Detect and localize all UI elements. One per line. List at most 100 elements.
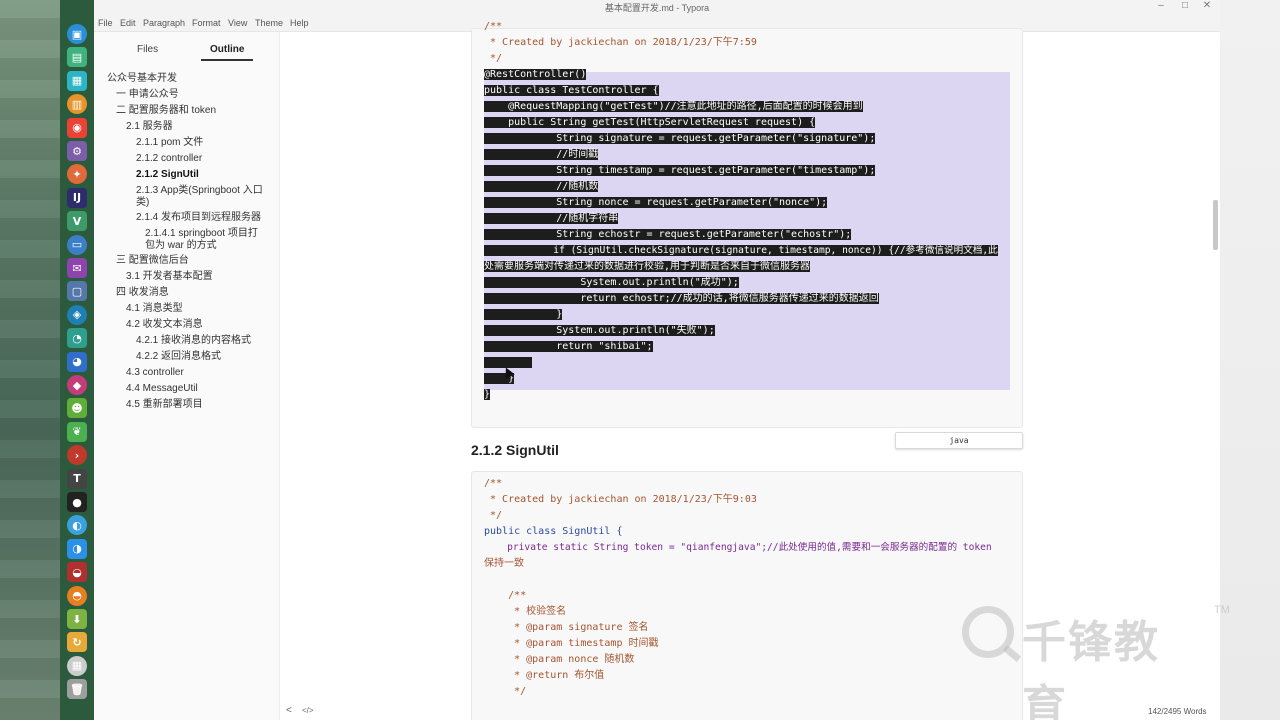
outline-item[interactable]: 4.4 MessageUtil xyxy=(126,383,256,395)
code-line: return echostr;//成功的话,将微信服务器传递过来的数据返回 xyxy=(484,293,879,304)
chrome-dev-icon[interactable]: ◕ xyxy=(67,351,87,372)
outline-item[interactable]: 4.5 重新部署项目 xyxy=(126,399,256,411)
sidebar-footer: < </> xyxy=(94,702,314,720)
code-line: * Created by jackiechan on 2018/1/23/下午9… xyxy=(484,494,757,505)
code-block-signutil[interactable]: /** * Created by jackiechan on 2018/1/23… xyxy=(471,471,1023,720)
code-line: String echostr = request.getParameter("e… xyxy=(484,229,852,240)
menu-theme[interactable]: Theme xyxy=(255,18,283,28)
settings-icon[interactable]: ⚙ xyxy=(67,141,87,161)
code-line: * @param signature 签名 xyxy=(484,622,649,633)
code-line: */ xyxy=(484,53,503,64)
browser-icon[interactable]: ◔ xyxy=(67,328,87,349)
calendar-icon[interactable]: ▦ xyxy=(67,655,87,676)
outline-item[interactable]: 一 申请公众号 xyxy=(116,89,246,101)
outline-item[interactable]: 四 收发消息 xyxy=(116,287,246,299)
code-line: */ xyxy=(484,510,503,521)
outline-item[interactable]: 3.1 开发者基本配置 xyxy=(126,271,256,283)
code-line: @RestController() xyxy=(484,69,587,80)
outline-item[interactable]: 4.2.2 返回消息格式 xyxy=(136,351,266,363)
intellij-icon[interactable]: IJ xyxy=(67,187,87,208)
outline-item[interactable]: 4.3 controller xyxy=(126,367,256,379)
close-button[interactable]: ✕ xyxy=(1198,0,1216,11)
application-dock: ▣ ▤ ▦ ▥ ◉ ⚙ ✦ IJ V ▭ ✉ ▢ ◈ ◔ ◕ ◆ ☻ ❦ › T ● ◐ ◑ ◒ ◓ ⬇ ↻ ▦ 🗑 xyxy=(60,0,94,720)
screen-icon[interactable]: ▢ xyxy=(67,281,87,302)
appstore-icon[interactable]: ◑ xyxy=(67,538,87,559)
chrome-icon[interactable]: ◉ xyxy=(67,117,87,138)
code-line: } xyxy=(484,309,563,320)
title-bar: 基本配置开发.md - Typora – □ ✕ xyxy=(94,0,1220,14)
code-line: private static String token = "qianfengj… xyxy=(484,542,992,553)
menu-edit[interactable]: Edit xyxy=(120,18,136,28)
menu-view[interactable]: View xyxy=(228,18,247,28)
code-line: String nonce = request.getParameter("non… xyxy=(484,197,828,208)
vue-icon[interactable]: V xyxy=(67,211,87,232)
idea-icon[interactable]: ◆ xyxy=(67,375,87,395)
code-line: @RequestMapping("getTest")//注意此地址的路径,后面配… xyxy=(484,101,863,112)
outline-item[interactable]: 2.1.4.1 springboot 项目打包为 war 的方式 xyxy=(145,228,267,252)
archive-icon[interactable]: ▥ xyxy=(67,94,87,115)
spring-icon[interactable]: ❦ xyxy=(67,421,87,442)
menu-file[interactable]: File xyxy=(98,18,113,28)
code-language-selector[interactable]: java xyxy=(895,432,1023,449)
code-line: String timestamp = request.getParameter(… xyxy=(484,165,876,176)
outline-item[interactable]: 2.1 服务器 xyxy=(126,121,256,133)
outline-item[interactable]: 2.1.2 controller xyxy=(136,153,266,165)
outline-item-active[interactable]: 2.1.2 SignUtil xyxy=(136,169,266,181)
terminal-icon[interactable]: › xyxy=(67,445,87,466)
android-icon[interactable]: ☻ xyxy=(67,398,87,419)
chrome-canary-icon[interactable]: ◒ xyxy=(67,562,87,583)
outline-item[interactable]: 公众号基本开发 xyxy=(107,73,237,85)
menu-help[interactable]: Help xyxy=(290,18,309,28)
code-line: * @param nonce 随机数 xyxy=(484,654,635,665)
sidebar: Files Outline 公众号基本开发 一 申请公众号 二 配置服务器和 t… xyxy=(94,32,314,720)
code-line: /** xyxy=(484,21,503,32)
code-line: public String getTest(HttpServletRequest… xyxy=(484,117,816,128)
code-block-testcontroller[interactable]: /** * Created by jackiechan on 2018/1/23… xyxy=(471,21,1023,428)
postman-icon[interactable]: ✦ xyxy=(67,164,87,185)
mail-icon[interactable]: ✉ xyxy=(67,258,87,278)
watermark-trademark: TM xyxy=(1214,604,1230,616)
webstorm-icon[interactable]: ◈ xyxy=(67,304,87,325)
outline-item[interactable]: 4.2 收发文本消息 xyxy=(126,319,256,331)
code-line: System.out.println("失败"); xyxy=(484,325,715,336)
window-title: 基本配置开发.md - Typora xyxy=(604,3,710,13)
monitor-icon[interactable]: ▤ xyxy=(67,47,87,68)
outline-item[interactable]: 三 配置微信后台 xyxy=(116,255,246,267)
outline-item[interactable]: 2.1.1 pom 文件 xyxy=(136,137,266,149)
record-icon[interactable]: ● xyxy=(67,492,87,512)
menu-paragraph[interactable]: Paragraph xyxy=(143,18,185,28)
sync-icon[interactable]: ↻ xyxy=(67,632,87,653)
typora-icon[interactable]: T xyxy=(67,468,87,489)
code-line: public class TestController { xyxy=(484,85,659,96)
download-icon[interactable]: ⬇ xyxy=(67,609,87,629)
watermark-text: 千锋教育 xyxy=(1022,617,1160,720)
outline-item[interactable]: 二 配置服务器和 token xyxy=(116,105,256,117)
code-line: String signature = request.getParameter(… xyxy=(484,133,876,144)
store-icon[interactable]: ▦ xyxy=(67,70,87,91)
code-line: * @param timestamp 时间戳 xyxy=(484,638,659,649)
trash-icon[interactable]: 🗑 xyxy=(67,679,87,700)
code-line: } xyxy=(484,389,491,400)
code-line: //随机字符串 xyxy=(484,213,619,224)
code-line: * 校验签名 xyxy=(484,606,567,617)
code-line: return "shibai"; xyxy=(484,341,653,352)
maximize-button[interactable]: □ xyxy=(1176,0,1194,11)
firefox-icon[interactable]: ◓ xyxy=(67,585,87,606)
code-line: if (SignUtil.checkSignature(signature, t… xyxy=(484,245,998,256)
code-line: System.out.println("成功"); xyxy=(484,277,739,288)
code-line: * @return 布尔值 xyxy=(484,670,605,681)
minimize-button[interactable]: – xyxy=(1152,0,1170,11)
code-line: */ xyxy=(484,686,527,697)
window-icon[interactable]: ▭ xyxy=(67,234,87,255)
files-icon[interactable]: ▣ xyxy=(67,24,87,44)
finder-icon[interactable]: ◐ xyxy=(67,515,87,536)
outline-item[interactable]: 2.1.3 App类(Springboot 入口类) xyxy=(136,185,264,209)
code-line: //时间戳 xyxy=(484,149,599,160)
vertical-scrollbar[interactable] xyxy=(1213,200,1218,250)
outline-item[interactable]: 4.2.1 接收消息的内容格式 xyxy=(136,335,266,347)
tab-outline[interactable]: Outline xyxy=(201,44,254,61)
tab-files[interactable]: Files xyxy=(137,44,158,55)
outline-item[interactable]: 2.1.4 发布项目到远程服务器 xyxy=(136,212,266,224)
outline-item[interactable]: 4.1 消息类型 xyxy=(126,303,256,315)
menu-format[interactable]: Format xyxy=(192,18,221,28)
